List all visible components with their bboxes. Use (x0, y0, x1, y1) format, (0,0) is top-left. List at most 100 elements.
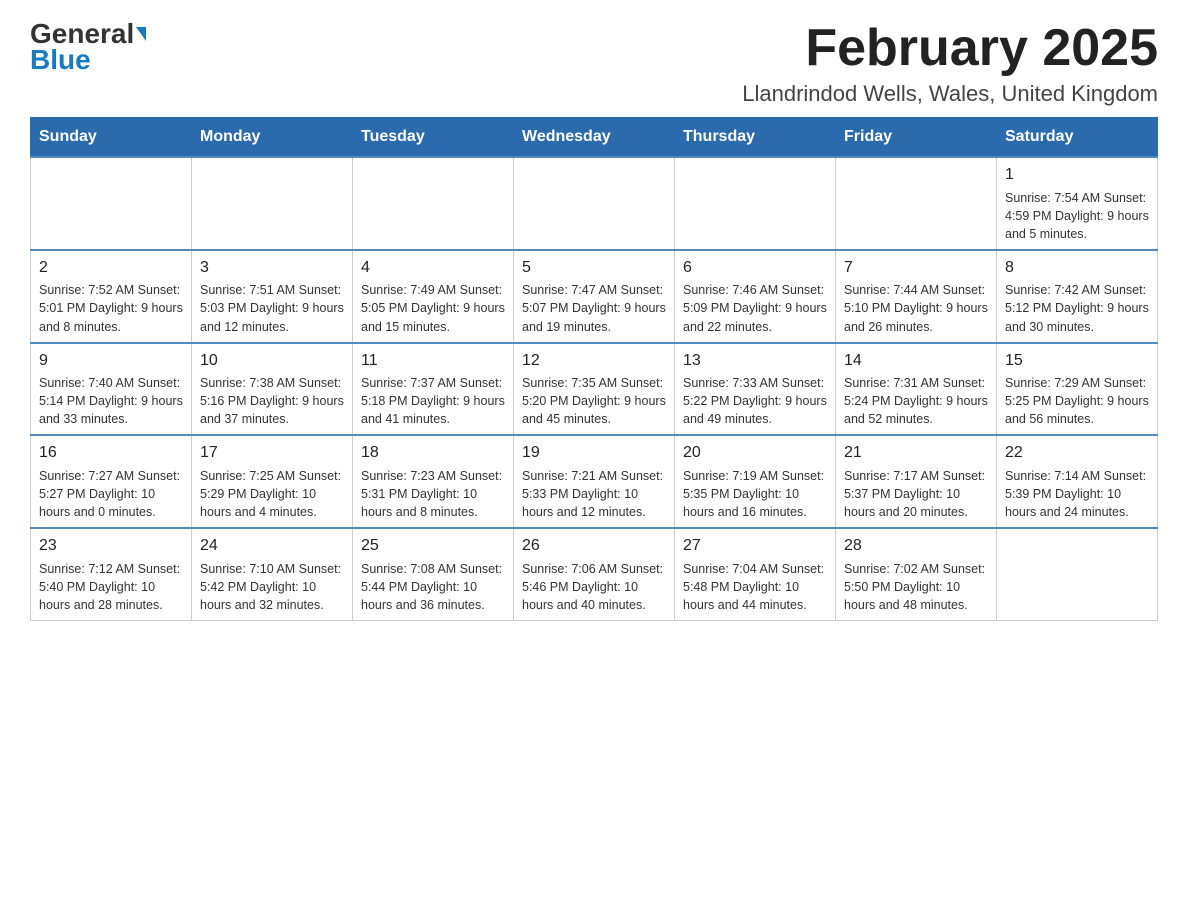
calendar-cell: 4Sunrise: 7:49 AM Sunset: 5:05 PM Daylig… (353, 250, 514, 343)
calendar-cell: 16Sunrise: 7:27 AM Sunset: 5:27 PM Dayli… (31, 435, 192, 528)
day-number: 5 (522, 257, 666, 279)
day-number: 7 (844, 257, 988, 279)
day-info: Sunrise: 7:23 AM Sunset: 5:31 PM Dayligh… (361, 467, 505, 521)
day-number: 4 (361, 257, 505, 279)
calendar-cell: 23 Sunrise: 7:12 AM Sunset: 5:40 PM Dayli… (31, 528, 192, 620)
day-number: 21 (844, 442, 988, 464)
calendar-cell: 13Sunrise: 7:33 AM Sunset: 5:22 PM Dayli… (675, 343, 836, 436)
day-number: 11 (361, 350, 505, 372)
day-info: Sunrise: 7:38 AM Sunset: 5:16 PM Dayligh… (200, 374, 344, 428)
calendar-cell: 24 Sunrise: 7:10 AM Sunset: 5:42 PM Dayli… (192, 528, 353, 620)
calendar-day-header-friday: Friday (836, 118, 997, 158)
calendar-cell: 9Sunrise: 7:40 AM Sunset: 5:14 PM Daylig… (31, 343, 192, 436)
day-info: Sunrise: 7:29 AM Sunset: 5:25 PM Dayligh… (1005, 374, 1149, 428)
calendar-cell (836, 157, 997, 250)
calendar-day-header-thursday: Thursday (675, 118, 836, 158)
day-info: Sunrise: 7:44 AM Sunset: 5:10 PM Dayligh… (844, 281, 988, 335)
calendar-cell: 10Sunrise: 7:38 AM Sunset: 5:16 PM Dayli… (192, 343, 353, 436)
day-info: Sunrise: 7:47 AM Sunset: 5:07 PM Dayligh… (522, 281, 666, 335)
day-info: Sunrise: 7:10 AM Sunset: 5:42 PM Dayligh… (200, 560, 344, 614)
calendar-cell: 5Sunrise: 7:47 AM Sunset: 5:07 PM Daylig… (514, 250, 675, 343)
day-number: 9 (39, 350, 183, 372)
calendar-cell (192, 157, 353, 250)
day-info: Sunrise: 7:54 AM Sunset: 4:59 PM Dayligh… (1005, 189, 1149, 243)
page-header: General Blue February 2025 Llandrindod W… (30, 20, 1158, 107)
day-info: Sunrise: 7:49 AM Sunset: 5:05 PM Dayligh… (361, 281, 505, 335)
location-subtitle: Llandrindod Wells, Wales, United Kingdom (742, 81, 1158, 107)
calendar-day-header-sunday: Sunday (31, 118, 192, 158)
day-info: Sunrise: 7:52 AM Sunset: 5:01 PM Dayligh… (39, 281, 183, 335)
day-info: Sunrise: 7:06 AM Sunset: 5:46 PM Dayligh… (522, 560, 666, 614)
day-number: 28 (844, 535, 988, 557)
day-number: 22 (1005, 442, 1149, 464)
calendar-cell: 28 Sunrise: 7:02 AM Sunset: 5:50 PM Dayli… (836, 528, 997, 620)
day-number: 2 (39, 257, 183, 279)
calendar-cell: 21 Sunrise: 7:17 AM Sunset: 5:37 PM Dayli… (836, 435, 997, 528)
day-info: Sunrise: 7:31 AM Sunset: 5:24 PM Dayligh… (844, 374, 988, 428)
calendar-cell (997, 528, 1158, 620)
calendar-cell: 22 Sunrise: 7:14 AM Sunset: 5:39 PM Dayli… (997, 435, 1158, 528)
day-number: 6 (683, 257, 827, 279)
title-block: February 2025 Llandrindod Wells, Wales, … (742, 20, 1158, 107)
day-info: Sunrise: 7:37 AM Sunset: 5:18 PM Dayligh… (361, 374, 505, 428)
day-info: Sunrise: 7:02 AM Sunset: 5:50 PM Dayligh… (844, 560, 988, 614)
logo-blue: Blue (30, 44, 91, 76)
calendar-cell: 19 Sunrise: 7:21 AM Sunset: 5:33 PM Dayli… (514, 435, 675, 528)
day-info: Sunrise: 7:35 AM Sunset: 5:20 PM Dayligh… (522, 374, 666, 428)
day-info: Sunrise: 7:17 AM Sunset: 5:37 PM Dayligh… (844, 467, 988, 521)
day-number: 24 (200, 535, 344, 557)
calendar-cell: 2Sunrise: 7:52 AM Sunset: 5:01 PM Daylig… (31, 250, 192, 343)
calendar-week-row: 2Sunrise: 7:52 AM Sunset: 5:01 PM Daylig… (31, 250, 1158, 343)
day-info: Sunrise: 7:21 AM Sunset: 5:33 PM Dayligh… (522, 467, 666, 521)
calendar-header-row: SundayMondayTuesdayWednesdayThursdayFrid… (31, 118, 1158, 158)
month-title: February 2025 (742, 20, 1158, 77)
calendar-cell (31, 157, 192, 250)
day-number: 23 (39, 535, 183, 557)
day-number: 19 (522, 442, 666, 464)
day-number: 20 (683, 442, 827, 464)
calendar-day-header-wednesday: Wednesday (514, 118, 675, 158)
day-info: Sunrise: 7:04 AM Sunset: 5:48 PM Dayligh… (683, 560, 827, 614)
calendar-cell: 11Sunrise: 7:37 AM Sunset: 5:18 PM Dayli… (353, 343, 514, 436)
calendar-cell: 20 Sunrise: 7:19 AM Sunset: 5:35 PM Dayli… (675, 435, 836, 528)
calendar-week-row: 9Sunrise: 7:40 AM Sunset: 5:14 PM Daylig… (31, 343, 1158, 436)
day-number: 26 (522, 535, 666, 557)
day-number: 18 (361, 442, 505, 464)
day-info: Sunrise: 7:27 AM Sunset: 5:27 PM Dayligh… (39, 467, 183, 521)
calendar-cell: 6Sunrise: 7:46 AM Sunset: 5:09 PM Daylig… (675, 250, 836, 343)
day-info: Sunrise: 7:40 AM Sunset: 5:14 PM Dayligh… (39, 374, 183, 428)
logo-arrow-icon (136, 27, 146, 41)
calendar-week-row: 16Sunrise: 7:27 AM Sunset: 5:27 PM Dayli… (31, 435, 1158, 528)
day-number: 14 (844, 350, 988, 372)
day-number: 17 (200, 442, 344, 464)
calendar-cell: 18 Sunrise: 7:23 AM Sunset: 5:31 PM Dayli… (353, 435, 514, 528)
day-info: Sunrise: 7:25 AM Sunset: 5:29 PM Dayligh… (200, 467, 344, 521)
calendar-day-header-saturday: Saturday (997, 118, 1158, 158)
day-info: Sunrise: 7:51 AM Sunset: 5:03 PM Dayligh… (200, 281, 344, 335)
day-info: Sunrise: 7:14 AM Sunset: 5:39 PM Dayligh… (1005, 467, 1149, 521)
calendar-cell: 1Sunrise: 7:54 AM Sunset: 4:59 PM Daylig… (997, 157, 1158, 250)
day-number: 13 (683, 350, 827, 372)
day-number: 15 (1005, 350, 1149, 372)
day-number: 10 (200, 350, 344, 372)
calendar-cell: 15Sunrise: 7:29 AM Sunset: 5:25 PM Dayli… (997, 343, 1158, 436)
calendar-week-row: 1Sunrise: 7:54 AM Sunset: 4:59 PM Daylig… (31, 157, 1158, 250)
calendar-cell: 8Sunrise: 7:42 AM Sunset: 5:12 PM Daylig… (997, 250, 1158, 343)
day-info: Sunrise: 7:33 AM Sunset: 5:22 PM Dayligh… (683, 374, 827, 428)
day-info: Sunrise: 7:46 AM Sunset: 5:09 PM Dayligh… (683, 281, 827, 335)
calendar-table: SundayMondayTuesdayWednesdayThursdayFrid… (30, 117, 1158, 621)
day-number: 12 (522, 350, 666, 372)
calendar-cell: 14Sunrise: 7:31 AM Sunset: 5:24 PM Dayli… (836, 343, 997, 436)
calendar-day-header-monday: Monday (192, 118, 353, 158)
day-number: 25 (361, 535, 505, 557)
calendar-cell: 26 Sunrise: 7:06 AM Sunset: 5:46 PM Dayli… (514, 528, 675, 620)
calendar-day-header-tuesday: Tuesday (353, 118, 514, 158)
day-info: Sunrise: 7:12 AM Sunset: 5:40 PM Dayligh… (39, 560, 183, 614)
calendar-cell (675, 157, 836, 250)
day-number: 8 (1005, 257, 1149, 279)
day-info: Sunrise: 7:19 AM Sunset: 5:35 PM Dayligh… (683, 467, 827, 521)
calendar-cell: 12Sunrise: 7:35 AM Sunset: 5:20 PM Dayli… (514, 343, 675, 436)
calendar-cell (353, 157, 514, 250)
calendar-cell: 3Sunrise: 7:51 AM Sunset: 5:03 PM Daylig… (192, 250, 353, 343)
day-info: Sunrise: 7:42 AM Sunset: 5:12 PM Dayligh… (1005, 281, 1149, 335)
